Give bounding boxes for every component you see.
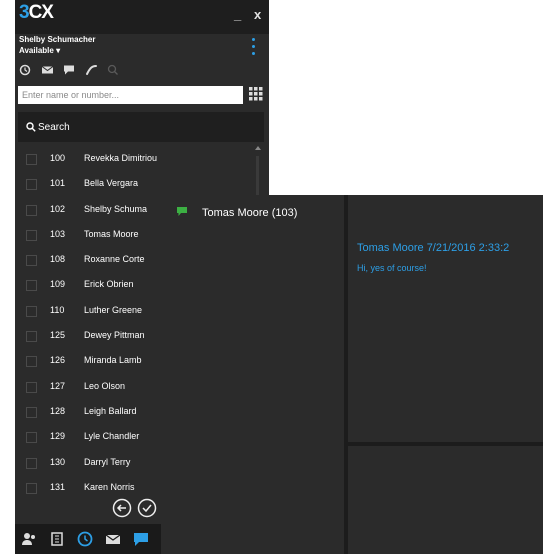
contact-extension: 100 [50, 153, 66, 163]
user-name: Shelby Schumacher [19, 35, 96, 44]
message-compose-divider[interactable] [348, 442, 543, 446]
status-label: Available [19, 46, 54, 55]
contact-name: Dewey Pittman [84, 330, 145, 341]
contact-extension: 102 [50, 203, 66, 214]
conversation-list-item[interactable]: Tomas Moore (103) [161, 195, 344, 225]
conversation-label: Tomas Moore (103) [202, 207, 298, 219]
contact-checkbox[interactable] [26, 305, 37, 317]
panel-divider[interactable] [344, 195, 348, 554]
contact-checkbox[interactable] [26, 381, 37, 393]
chat-icon[interactable] [133, 531, 149, 547]
call-icon[interactable] [85, 64, 99, 78]
online-chat-icon [177, 207, 187, 216]
scroll-up-icon[interactable] [255, 146, 261, 150]
dialpad-icon[interactable] [248, 86, 264, 103]
message-text: Hi, yes of course! [357, 263, 427, 273]
contact-checkbox[interactable] [26, 356, 37, 368]
close-button[interactable]: x [254, 8, 261, 22]
contact-extension: 101 [50, 178, 66, 189]
contacts-icon[interactable] [21, 531, 37, 547]
contact-extension: 129 [50, 431, 66, 442]
contact-checkbox[interactable] [26, 406, 37, 418]
message-header: Tomas Moore 7/21/2016 2:33:2 [357, 242, 510, 254]
contact-name: Roxanne Corte [84, 254, 145, 265]
contact-extension: 130 [50, 456, 66, 467]
contact-extension: 109 [50, 279, 66, 290]
contact-checkbox[interactable] [26, 255, 37, 267]
list-nav-buttons [112, 498, 159, 520]
confirm-check-icon[interactable] [137, 498, 157, 518]
contact-name: Darryl Terry [84, 456, 131, 467]
title-bar: 3CX _ x [15, 0, 269, 34]
search-icon[interactable] [107, 64, 121, 78]
chat-icon[interactable] [63, 64, 77, 78]
toolbar-icons [19, 64, 126, 80]
back-arrow-icon[interactable] [112, 498, 132, 518]
name-or-number-input[interactable] [18, 86, 243, 104]
history-icon[interactable] [19, 64, 33, 78]
chat-window: Tomas Moore (103) Tomas Moore 7/21/2016 … [161, 195, 543, 554]
table-row[interactable]: 100 Revekka Dimitriou [18, 146, 254, 171]
contact-name: Tomas Moore [84, 228, 139, 239]
history-icon[interactable] [77, 531, 93, 547]
contact-name: Luther Greene [84, 304, 143, 315]
contact-checkbox[interactable] [26, 280, 37, 292]
voicemail-icon[interactable] [41, 64, 55, 78]
contact-name: Erick Obrien [84, 279, 134, 290]
contact-extension: 108 [50, 254, 66, 265]
contact-name: Revekka Dimitriou [84, 153, 158, 163]
3cx-logo: 3CX [19, 2, 54, 23]
contact-extension: 126 [50, 355, 66, 366]
search-icon [26, 122, 36, 132]
contact-checkbox[interactable] [26, 457, 37, 469]
chevron-down-icon: ▾ [56, 46, 61, 55]
contact-checkbox[interactable] [26, 482, 37, 494]
contact-name: Shelby Schuma [84, 203, 148, 214]
contact-name: Karen Norris [84, 481, 135, 492]
contact-extension: 131 [50, 481, 66, 492]
search-button[interactable]: Search [18, 112, 264, 142]
contact-checkbox[interactable] [26, 229, 37, 241]
contact-extension: 127 [50, 380, 66, 391]
contact-extension: 110 [50, 304, 65, 315]
more-options-icon[interactable] [251, 38, 257, 62]
minimize-button[interactable]: _ [234, 8, 241, 22]
contact-checkbox[interactable] [26, 154, 37, 165]
voicemail-icon[interactable] [105, 531, 121, 547]
contact-name: Leigh Ballard [84, 405, 137, 416]
search-button-label: Search [38, 122, 70, 133]
contact-checkbox[interactable] [26, 432, 37, 444]
phonebook-icon[interactable] [49, 531, 65, 547]
contact-checkbox[interactable] [26, 331, 37, 343]
contact-name: Miranda Lamb [84, 355, 142, 366]
contact-extension: 103 [50, 228, 66, 239]
table-row[interactable]: 101 Bella Vergara [18, 171, 254, 196]
contact-extension: 128 [50, 405, 66, 416]
contact-name: Leo Olson [84, 380, 126, 391]
contact-checkbox[interactable] [26, 179, 37, 191]
status-selector[interactable]: Available ▾ [19, 46, 60, 55]
contact-name: Bella Vergara [84, 178, 139, 189]
contact-checkbox[interactable] [26, 204, 37, 216]
contact-extension: 125 [50, 330, 66, 341]
contact-name: Lyle Chandler [84, 431, 140, 442]
